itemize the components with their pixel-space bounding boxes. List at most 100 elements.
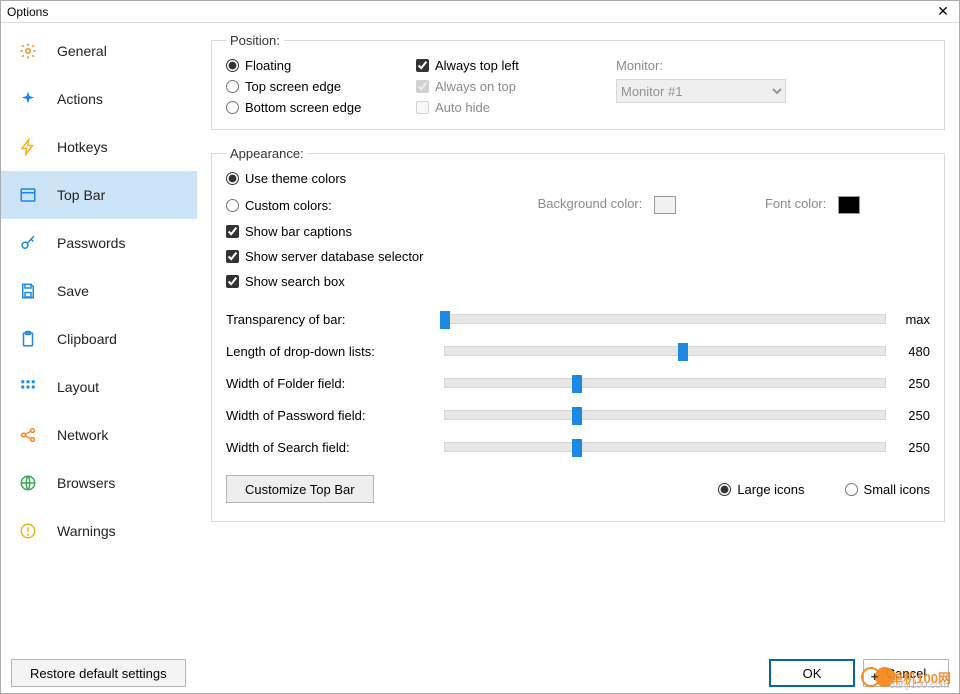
sparkle-icon [19,90,37,108]
key-icon [19,234,37,252]
options-window: Options ✕ General Actions Hotkeys Top Bar Pa… [0,0,960,694]
slider-track[interactable] [444,346,886,356]
sidebar-item-layout[interactable]: Layout [1,363,197,411]
appearance-legend: Appearance: [226,146,308,161]
show-search-checkbox[interactable]: Show search box [226,274,930,289]
sidebar-item-label: Browsers [57,475,115,491]
large-icons-radio[interactable]: Large icons [718,482,804,497]
sidebar-item-passwords[interactable]: Passwords [1,219,197,267]
sidebar-item-save[interactable]: Save [1,267,197,315]
radio-bottom-edge[interactable] [226,101,239,114]
close-icon[interactable]: ✕ [933,3,953,20]
bg-color-label: Background color: [538,196,643,211]
slider-row: Transparency of bar: max [226,303,930,335]
radio-floating[interactable] [226,59,239,72]
slider-value: max [886,312,930,327]
monitor-label: Monitor: [616,58,930,73]
sidebar-item-network[interactable]: Network [1,411,197,459]
restore-defaults-button[interactable]: Restore default settings [11,659,186,687]
slider-value: 250 [886,376,930,391]
position-floating-radio[interactable]: Floating [226,58,416,73]
position-top-edge-radio[interactable]: Top screen edge [226,79,416,94]
slider-thumb[interactable] [572,375,582,393]
checkbox-always-top-left[interactable] [416,59,429,72]
window-title: Options [7,5,933,19]
sidebar-item-label: Top Bar [57,187,105,203]
sidebar-item-general[interactable]: General [1,27,197,75]
slider-value: 250 [886,408,930,423]
ok-button[interactable]: OK [769,659,855,687]
checkbox-show-db-selector[interactable] [226,250,239,263]
content-pane: Position: Floating Top screen edge [197,23,959,693]
radio-large-icons[interactable] [718,483,731,496]
position-group: Position: Floating Top screen edge [211,33,945,130]
radio-custom-colors[interactable] [226,199,239,212]
grid-icon [19,378,37,396]
warning-icon [19,522,37,540]
slider-thumb[interactable] [440,311,450,329]
font-color-label: Font color: [765,196,826,211]
sidebar-item-actions[interactable]: Actions [1,75,197,123]
sidebar-item-label: Passwords [57,235,125,251]
checkbox-show-captions[interactable] [226,225,239,238]
radio-top-edge[interactable] [226,80,239,93]
slider-row: Length of drop-down lists: 480 [226,335,930,367]
slider-list: Transparency of bar: max Length of drop-do… [226,303,930,463]
bg-color-swatch[interactable] [654,196,676,214]
position-legend: Position: [226,33,284,48]
topbar-icon [19,186,37,204]
sidebar-item-clipboard[interactable]: Clipboard [1,315,197,363]
checkbox-auto-hide [416,101,429,114]
auto-hide-checkbox: Auto hide [416,100,616,115]
sidebar-item-label: Actions [57,91,103,107]
slider-row: Width of Folder field: 250 [226,367,930,399]
slider-row: Width of Password field: 250 [226,399,930,431]
custom-colors-radio[interactable]: Custom colors: [226,198,446,213]
show-db-selector-checkbox[interactable]: Show server database selector [226,249,930,264]
sidebar-item-warnings[interactable]: Warnings [1,507,197,555]
checkbox-always-on-top [416,80,429,93]
titlebar: Options ✕ [1,1,959,23]
slider-label: Width of Search field: [226,440,444,455]
body: General Actions Hotkeys Top Bar Passwords Sav… [1,23,959,693]
monitor-select: Monitor #1 [616,79,786,103]
footer: Restore default settings OK Cancel [1,653,959,693]
appearance-group: Appearance: Use theme colors Custom colo… [211,146,945,522]
font-color-swatch[interactable] [838,196,860,214]
slider-row: Width of Search field: 250 [226,431,930,463]
slider-thumb[interactable] [678,343,688,361]
sidebar-item-label: Network [57,427,108,443]
slider-label: Transparency of bar: [226,312,444,327]
slider-label: Width of Folder field: [226,376,444,391]
slider-track[interactable] [444,378,886,388]
use-theme-colors-radio[interactable]: Use theme colors [226,171,446,186]
slider-track[interactable] [444,410,886,420]
slider-label: Length of drop-down lists: [226,344,444,359]
slider-track[interactable] [444,314,886,324]
customize-top-bar-button[interactable]: Customize Top Bar [226,475,374,503]
sidebar-item-label: Save [57,283,89,299]
position-bottom-edge-radio[interactable]: Bottom screen edge [226,100,416,115]
radio-theme-colors[interactable] [226,172,239,185]
sidebar-item-browsers[interactable]: Browsers [1,459,197,507]
slider-track[interactable] [444,442,886,452]
cancel-button[interactable]: Cancel [863,659,949,687]
slider-label: Width of Password field: [226,408,444,423]
slider-value: 480 [886,344,930,359]
always-top-left-checkbox[interactable]: Always top left [416,58,616,73]
checkbox-show-search[interactable] [226,275,239,288]
sidebar-item-label: Clipboard [57,331,117,347]
radio-small-icons[interactable] [845,483,858,496]
bolt-icon [19,138,37,156]
sidebar-item-hotkeys[interactable]: Hotkeys [1,123,197,171]
show-captions-checkbox[interactable]: Show bar captions [226,224,930,239]
slider-thumb[interactable] [572,407,582,425]
slider-value: 250 [886,440,930,455]
gear-icon [19,42,37,60]
save-icon [19,282,37,300]
sidebar: General Actions Hotkeys Top Bar Passwords Sav… [1,23,197,693]
always-on-top-checkbox: Always on top [416,79,616,94]
slider-thumb[interactable] [572,439,582,457]
small-icons-radio[interactable]: Small icons [845,482,930,497]
sidebar-item-top-bar[interactable]: Top Bar [1,171,197,219]
